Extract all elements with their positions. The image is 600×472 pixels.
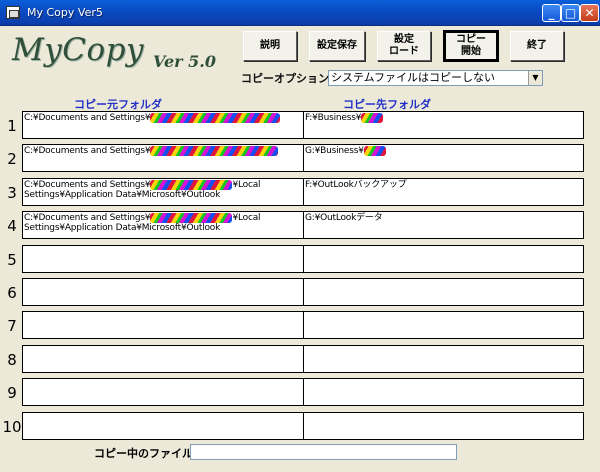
source-folder-field[interactable] bbox=[22, 245, 304, 273]
dest-folder-field[interactable]: G:¥OutLookデータ bbox=[303, 211, 584, 239]
row-number: 7 bbox=[7, 317, 17, 335]
dest-path: F:¥OutLookバックアップ bbox=[305, 180, 407, 190]
source-folder-field[interactable] bbox=[22, 311, 304, 339]
app-version: Ver 5.0 bbox=[153, 52, 216, 71]
source-path-prefix: C:¥Documents and Settings¥ bbox=[24, 146, 151, 156]
source-folder-header: コピー元フォルダ bbox=[74, 98, 162, 111]
app-icon[interactable] bbox=[6, 6, 20, 19]
copy-option-select[interactable]: システムファイルはコピーしない ▼ bbox=[328, 70, 543, 86]
dest-folder-header: コピー先フォルダ bbox=[343, 98, 431, 111]
row-number: 10 bbox=[2, 418, 22, 436]
title-bar: My Copy Ver5 _ □ ✕ bbox=[0, 0, 600, 26]
maximize-icon[interactable]: □ bbox=[561, 4, 580, 22]
dest-folder-field[interactable] bbox=[303, 412, 584, 440]
copy-option-label: コピーオプション bbox=[241, 72, 329, 85]
dest-folder-field[interactable] bbox=[303, 378, 584, 406]
row-number: 8 bbox=[7, 351, 17, 369]
dest-folder-field[interactable]: G:¥Business¥ bbox=[303, 144, 584, 172]
exit-button[interactable]: 終了 bbox=[510, 31, 564, 61]
redacted-username-mark bbox=[150, 113, 281, 123]
minimize-icon[interactable]: _ bbox=[542, 4, 561, 22]
redacted-folder-mark bbox=[361, 113, 384, 123]
row-number: 6 bbox=[7, 284, 17, 302]
redacted-folder-mark bbox=[363, 146, 386, 156]
row-number: 3 bbox=[7, 184, 17, 202]
dest-path: G:¥OutLookデータ bbox=[305, 213, 383, 223]
source-folder-field[interactable] bbox=[22, 378, 304, 406]
row-number: 9 bbox=[7, 384, 17, 402]
source-path-prefix: C:¥Documents and Settings¥ bbox=[24, 213, 151, 223]
load-settings-button[interactable]: 設定 ロード bbox=[377, 31, 431, 61]
dest-path: F:¥Business¥ bbox=[305, 113, 362, 123]
start-copy-button[interactable]: コピー 開始 bbox=[443, 30, 499, 62]
dest-folder-field[interactable]: F:¥OutLookバックアップ bbox=[303, 178, 584, 206]
dest-folder-field[interactable] bbox=[303, 278, 584, 306]
source-folder-field[interactable] bbox=[22, 278, 304, 306]
row-number: 5 bbox=[7, 251, 17, 269]
row-number: 1 bbox=[7, 117, 17, 135]
close-icon[interactable]: ✕ bbox=[580, 4, 599, 22]
help-button[interactable]: 説明 bbox=[243, 31, 297, 61]
chevron-down-icon[interactable]: ▼ bbox=[528, 71, 542, 85]
dest-folder-field[interactable] bbox=[303, 245, 584, 273]
source-path-prefix: C:¥Documents and Settings¥ bbox=[24, 113, 151, 123]
source-folder-field[interactable]: C:¥Documents and Settings¥ bbox=[22, 111, 304, 139]
dest-folder-field[interactable] bbox=[303, 345, 584, 373]
copying-file-field bbox=[190, 444, 457, 460]
row-number: 2 bbox=[7, 150, 17, 168]
source-folder-field[interactable] bbox=[22, 412, 304, 440]
dest-path: G:¥Business¥ bbox=[305, 146, 364, 156]
dest-folder-field[interactable]: F:¥Business¥ bbox=[303, 111, 584, 139]
save-settings-button[interactable]: 設定保存 bbox=[309, 31, 365, 61]
redacted-username-mark bbox=[150, 146, 279, 156]
source-path-prefix: C:¥Documents and Settings¥ bbox=[24, 180, 151, 190]
app-logo: MyCopy bbox=[12, 32, 144, 68]
source-folder-field[interactable]: C:¥Documents and Settings¥ ¥Local Setting… bbox=[22, 178, 304, 206]
copy-option-value: システムファイルはコピーしない bbox=[331, 71, 496, 84]
redacted-username-mark bbox=[150, 180, 233, 190]
copying-file-label: コピー中のファイル: bbox=[94, 447, 198, 460]
redacted-username-mark bbox=[150, 213, 233, 223]
row-number: 4 bbox=[7, 217, 17, 235]
dest-folder-field[interactable] bbox=[303, 311, 584, 339]
window-title: My Copy Ver5 bbox=[27, 6, 103, 19]
source-folder-field[interactable] bbox=[22, 345, 304, 373]
source-folder-field[interactable]: C:¥Documents and Settings¥ bbox=[22, 144, 304, 172]
source-folder-field[interactable]: C:¥Documents and Settings¥ ¥Local Setting… bbox=[22, 211, 304, 239]
